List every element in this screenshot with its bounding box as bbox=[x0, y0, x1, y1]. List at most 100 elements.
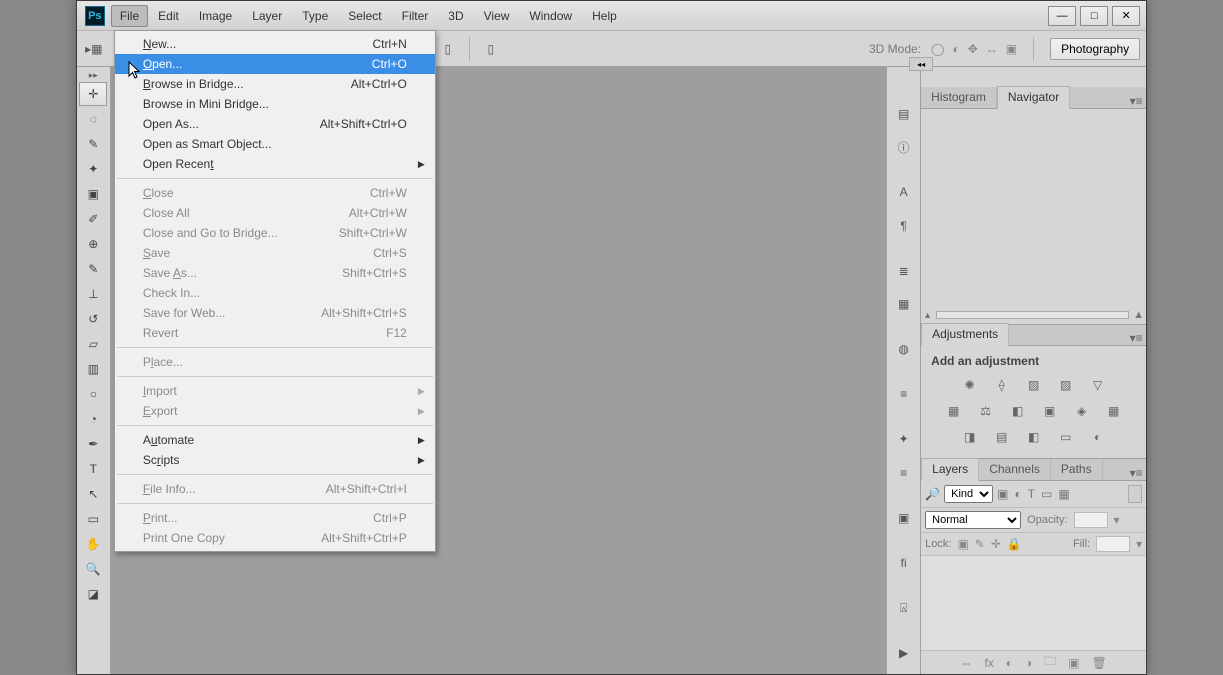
path-select-tool[interactable]: ↖ bbox=[79, 482, 107, 506]
file-menu-item-open[interactable]: Open...Ctrl+O bbox=[115, 54, 435, 74]
colorlookup-icon[interactable]: ▦ bbox=[1104, 402, 1124, 420]
gradient-tool[interactable]: ▥ bbox=[79, 357, 107, 381]
levels-icon[interactable]: ⟠ bbox=[992, 376, 1012, 394]
layers-menu-icon[interactable]: ▾≡ bbox=[1126, 466, 1146, 480]
file-menu-item-new[interactable]: New...Ctrl+N bbox=[115, 34, 435, 54]
posterize-icon[interactable]: ▤ bbox=[992, 428, 1012, 446]
menu-filter[interactable]: Filter bbox=[392, 5, 439, 27]
filter-toggle[interactable] bbox=[1128, 485, 1142, 503]
lock-transparent-icon[interactable]: ▣ bbox=[957, 537, 968, 551]
tab-navigator[interactable]: Navigator bbox=[997, 86, 1070, 109]
crop-tool[interactable]: ▣ bbox=[79, 182, 107, 206]
tab-channels[interactable]: Channels bbox=[979, 459, 1051, 480]
rail-brush-icon[interactable]: ≡ bbox=[890, 382, 918, 407]
selective-icon[interactable]: ◐ bbox=[1088, 428, 1108, 446]
window-minimize-button[interactable]: — bbox=[1048, 6, 1076, 26]
slide-icon[interactable]: ↔ bbox=[986, 42, 998, 56]
blackwhite-icon[interactable]: ◧ bbox=[1008, 402, 1028, 420]
heal-tool[interactable]: ⊕ bbox=[79, 232, 107, 256]
eraser-tool[interactable]: ▱ bbox=[79, 332, 107, 356]
history-brush-tool[interactable]: ↺ bbox=[79, 307, 107, 331]
rail-paragraph-icon[interactable]: ¶ bbox=[890, 213, 918, 238]
hand-tool[interactable]: ✋ bbox=[79, 532, 107, 556]
zoom-slider[interactable] bbox=[936, 311, 1129, 319]
blur-tool[interactable]: ○ bbox=[79, 382, 107, 406]
scale-icon[interactable]: ▣ bbox=[1006, 42, 1017, 56]
menu-help[interactable]: Help bbox=[582, 5, 627, 27]
rail-image-icon[interactable]: ▣ bbox=[890, 505, 918, 530]
rail-glyph-icon[interactable]: fi bbox=[890, 550, 918, 575]
tab-layers[interactable]: Layers bbox=[921, 458, 979, 481]
tab-paths[interactable]: Paths bbox=[1051, 459, 1103, 480]
wand-tool[interactable]: ✦ bbox=[79, 157, 107, 181]
lock-position-icon[interactable]: ✛ bbox=[991, 537, 1001, 551]
menu-view[interactable]: View bbox=[474, 5, 520, 27]
orbit-icon[interactable]: ◯ bbox=[931, 42, 944, 56]
filter-adj-icon[interactable]: ◐ bbox=[1014, 487, 1021, 501]
rail-play-icon[interactable]: ▶ bbox=[890, 641, 918, 666]
hue-icon[interactable]: ▦ bbox=[944, 402, 964, 420]
menu-window[interactable]: Window bbox=[519, 5, 582, 27]
file-menu-item-browse-in-bridge[interactable]: Browse in Bridge...Alt+Ctrl+O bbox=[115, 74, 435, 94]
adj-layer-icon[interactable]: ◑ bbox=[1025, 656, 1032, 670]
rail-layer-comps-icon[interactable]: ▦ bbox=[890, 291, 918, 316]
curves-icon[interactable]: ▨ bbox=[1024, 376, 1044, 394]
rail-gradient-icon[interactable]: ◍ bbox=[890, 337, 918, 362]
invert-icon[interactable]: ◨ bbox=[960, 428, 980, 446]
delete-layer-icon[interactable]: 🗑 bbox=[1092, 656, 1107, 670]
filter-shape-icon[interactable]: ▭ bbox=[1041, 487, 1052, 501]
rail-info-icon[interactable]: ⓘ bbox=[890, 134, 918, 159]
tab-histogram[interactable]: Histogram bbox=[921, 87, 997, 108]
dodge-tool[interactable]: ◔ bbox=[79, 407, 107, 431]
rail-styles-icon[interactable]: ≡ bbox=[890, 460, 918, 485]
stamp-tool[interactable]: ⊥ bbox=[79, 282, 107, 306]
vibrance-icon[interactable]: ▽ bbox=[1088, 376, 1108, 394]
lock-all-icon[interactable]: 🔒 bbox=[1007, 537, 1022, 551]
roll-icon[interactable]: ◐ bbox=[952, 42, 959, 56]
layer-mask-icon[interactable]: ◐ bbox=[1006, 656, 1013, 670]
menu-file[interactable]: File bbox=[111, 5, 148, 27]
brush-tool[interactable]: ✎ bbox=[79, 257, 107, 281]
blend-mode[interactable]: Normal bbox=[925, 511, 1021, 529]
file-menu-item-open-recent[interactable]: Open Recent▶ bbox=[115, 154, 435, 174]
rail-doc-icon[interactable]: ▤ bbox=[890, 101, 918, 126]
rail-clone-icon[interactable]: ⍓ bbox=[890, 596, 918, 621]
pan-icon[interactable]: ✥ bbox=[968, 42, 978, 56]
brightness-icon[interactable]: ✺ bbox=[960, 376, 980, 394]
tool-preset-icon[interactable]: ▸▦ bbox=[83, 38, 105, 60]
menu-type[interactable]: Type bbox=[292, 5, 338, 27]
rail-actions-icon[interactable]: ✦ bbox=[890, 427, 918, 452]
pen-tool[interactable]: ✒ bbox=[79, 432, 107, 456]
zoom-out-icon[interactable]: ▲ bbox=[923, 310, 932, 320]
colorbalance-icon[interactable]: ⚖ bbox=[976, 402, 996, 420]
filter-smart-icon[interactable]: ▦ bbox=[1058, 487, 1069, 501]
link-layers-icon[interactable]: ⇔ bbox=[960, 656, 972, 670]
zoom-in-icon[interactable]: ▲ bbox=[1133, 309, 1144, 321]
workspace-switcher[interactable]: Photography bbox=[1050, 38, 1140, 60]
move-tool[interactable]: ✛ bbox=[79, 82, 107, 106]
lock-pixels-icon[interactable]: ✎ bbox=[975, 537, 985, 551]
tab-adjustments[interactable]: Adjustments bbox=[921, 323, 1009, 346]
type-tool[interactable]: T bbox=[79, 457, 107, 481]
exposure-icon[interactable]: ▨ bbox=[1056, 376, 1076, 394]
auto-align-icon[interactable]: ▯ bbox=[480, 38, 502, 60]
nav-panel-menu-icon[interactable]: ▾≡ bbox=[1126, 94, 1146, 108]
menu-layer[interactable]: Layer bbox=[242, 5, 292, 27]
file-menu-item-open-as[interactable]: Open As...Alt+Shift+Ctrl+O bbox=[115, 114, 435, 134]
file-menu-item-open-as-smart-object[interactable]: Open as Smart Object... bbox=[115, 134, 435, 154]
threshold-icon[interactable]: ◧ bbox=[1024, 428, 1044, 446]
file-menu-item-browse-in-mini-bridge[interactable]: Browse in Mini Bridge... bbox=[115, 94, 435, 114]
layer-fx-icon[interactable]: fx bbox=[984, 656, 993, 670]
filter-pixel-icon[interactable]: ▣ bbox=[997, 487, 1008, 501]
new-layer-icon[interactable]: ▣ bbox=[1068, 656, 1079, 670]
panel-collapse-icon[interactable]: ◂◂ bbox=[909, 57, 933, 71]
shape-tool[interactable]: ▭ bbox=[79, 507, 107, 531]
tool-strip-handle[interactable]: ▸▸ bbox=[77, 69, 109, 81]
color-swatches[interactable]: ◪ bbox=[79, 582, 107, 606]
lasso-tool[interactable]: ✎ bbox=[79, 132, 107, 156]
file-menu-item-automate[interactable]: Automate▶ bbox=[115, 430, 435, 450]
file-menu-item-scripts[interactable]: Scripts▶ bbox=[115, 450, 435, 470]
filter-type-icon[interactable]: T bbox=[1028, 487, 1035, 501]
filter-kind[interactable]: Kind bbox=[944, 485, 993, 503]
eyedropper-tool[interactable]: ✐ bbox=[79, 207, 107, 231]
